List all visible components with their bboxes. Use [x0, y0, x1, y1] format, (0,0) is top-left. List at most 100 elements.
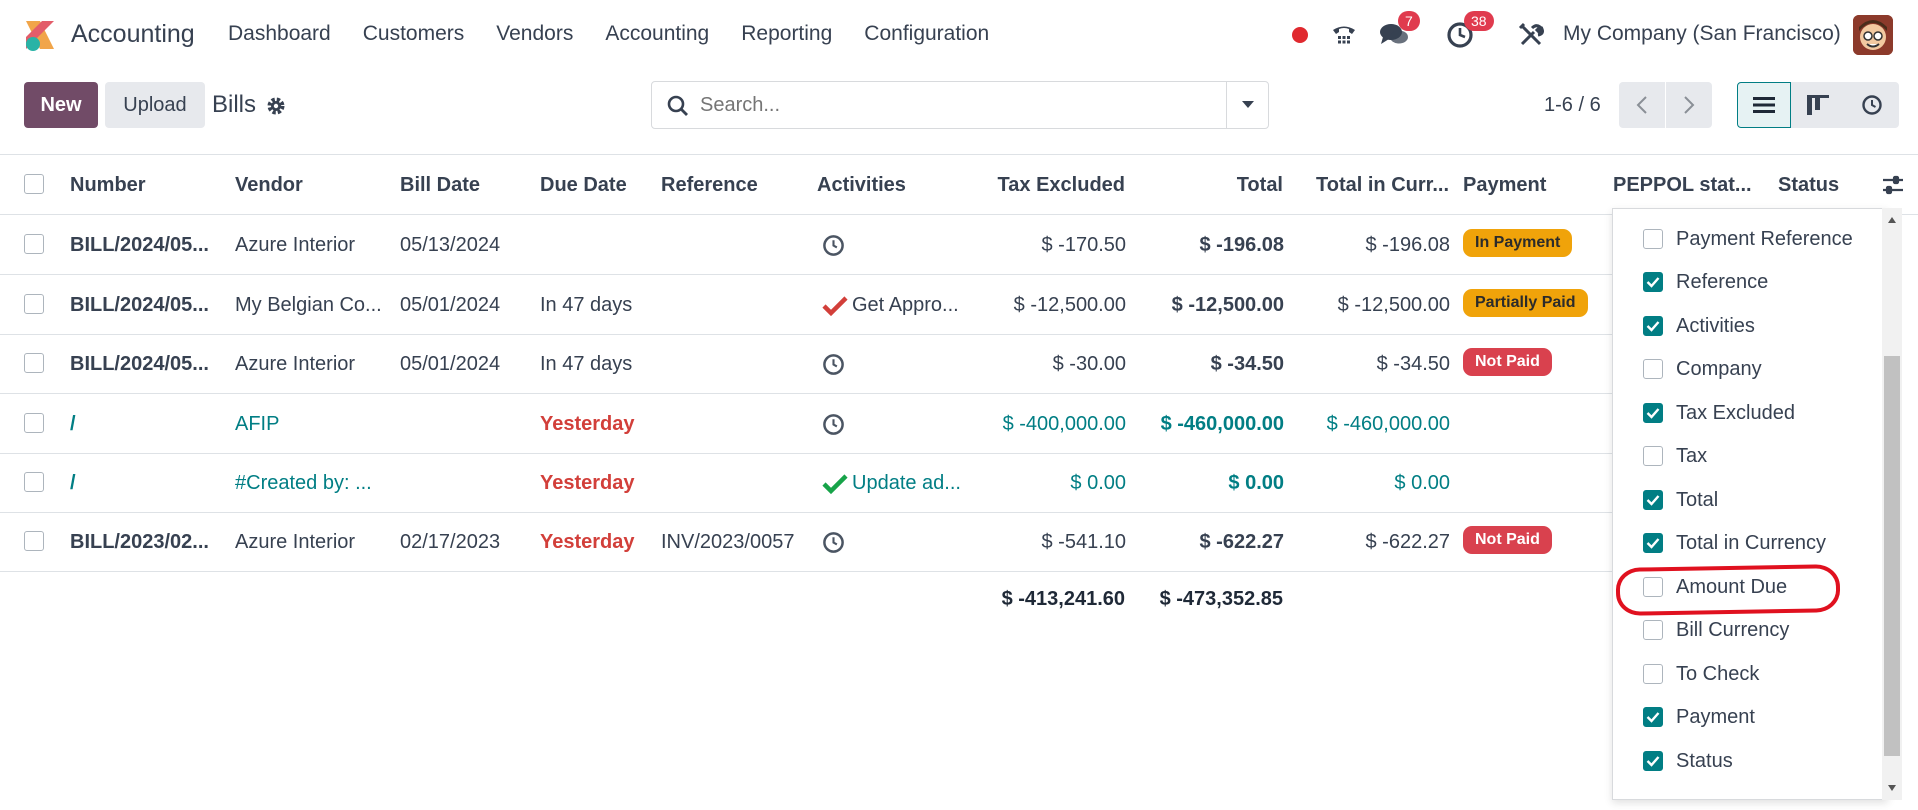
option-label: Status: [1676, 749, 1733, 772]
activity-clock-icon[interactable]: [822, 413, 845, 436]
menu-dashboard[interactable]: Dashboard: [228, 22, 331, 46]
column-activities[interactable]: Activities: [817, 174, 906, 197]
payment-status-badge: Not Paid: [1463, 348, 1552, 376]
optional-column-company[interactable]: Company: [1643, 354, 1762, 384]
checkbox[interactable]: [1643, 359, 1663, 379]
scroll-down-arrow-icon[interactable]: [1887, 784, 1897, 792]
activities-badge: 38: [1464, 11, 1494, 31]
table-row[interactable]: BILL/2023/02... Azure Interior 02/17/202…: [0, 513, 1612, 572]
column-reference[interactable]: Reference: [661, 174, 758, 197]
app-name[interactable]: Accounting: [71, 20, 195, 49]
optional-column-bill-currency[interactable]: Bill Currency: [1643, 615, 1789, 645]
checkbox-checked[interactable]: [1643, 272, 1663, 292]
column-due-date[interactable]: Due Date: [540, 174, 627, 197]
optional-column-to-check[interactable]: To Check: [1643, 659, 1759, 689]
row-vendor: Azure Interior: [235, 531, 356, 553]
option-label: Payment: [1676, 705, 1755, 728]
checkbox-checked[interactable]: [1643, 403, 1663, 423]
option-label: Total: [1676, 488, 1719, 511]
checkbox-checked[interactable]: [1643, 490, 1663, 510]
optional-column-payment-reference[interactable]: Payment Reference: [1643, 224, 1853, 254]
optional-column-activities[interactable]: Activities: [1643, 311, 1755, 341]
activity-view-button[interactable]: [1845, 82, 1899, 128]
search-input[interactable]: [700, 94, 1200, 117]
check-icon: [1646, 321, 1660, 332]
pager-next-button[interactable]: [1666, 82, 1712, 128]
row-checkbox[interactable]: [24, 234, 44, 254]
column-total-in-currency[interactable]: Total in Curr...: [1316, 174, 1449, 197]
kanban-view-button[interactable]: [1791, 82, 1845, 128]
select-all-checkbox[interactable]: [24, 174, 44, 194]
chevron-right-icon: [1684, 96, 1695, 114]
activity-clock-icon[interactable]: [822, 234, 845, 257]
new-button[interactable]: New: [24, 82, 98, 128]
user-avatar[interactable]: [1853, 15, 1893, 55]
row-checkbox[interactable]: [24, 531, 44, 551]
row-due-date: Yesterday: [540, 413, 635, 435]
row-activity-summary[interactable]: Get Appro...: [852, 294, 959, 317]
column-total[interactable]: Total: [1237, 174, 1283, 197]
list-view-button[interactable]: [1737, 82, 1791, 128]
optional-column-total[interactable]: Total: [1643, 485, 1718, 515]
gear-icon[interactable]: [266, 96, 286, 116]
row-number: BILL/2023/02...: [70, 531, 209, 553]
row-checkbox[interactable]: [24, 472, 44, 492]
checkbox[interactable]: [1643, 229, 1663, 249]
upload-button[interactable]: Upload: [105, 82, 205, 128]
optional-columns-toggle-icon[interactable]: [1882, 174, 1904, 196]
column-vendor[interactable]: Vendor: [235, 174, 303, 197]
table-row[interactable]: / #Created by: ... Yesterday Update ad..…: [0, 454, 1612, 513]
dropdown-scrollbar[interactable]: [1882, 208, 1902, 800]
column-bill-date[interactable]: Bill Date: [400, 174, 480, 197]
column-peppol-status[interactable]: PEPPOL stat...: [1613, 174, 1752, 197]
table-row[interactable]: BILL/2024/05... Azure Interior 05/01/202…: [0, 335, 1612, 394]
table-row[interactable]: BILL/2024/05... My Belgian Co... 05/01/2…: [0, 276, 1612, 335]
table-row[interactable]: BILL/2024/05... Azure Interior 05/13/202…: [0, 216, 1612, 275]
menu-customers[interactable]: Customers: [363, 22, 465, 46]
recording-indicator-icon[interactable]: [1288, 14, 1312, 56]
checkbox[interactable]: [1643, 446, 1663, 466]
checkbox-checked[interactable]: [1643, 316, 1663, 336]
column-tax-excluded[interactable]: Tax Excluded: [998, 174, 1125, 197]
column-number[interactable]: Number: [70, 174, 146, 197]
optional-column-status[interactable]: Status: [1643, 746, 1733, 776]
row-checkbox[interactable]: [24, 413, 44, 433]
debug-tools-icon[interactable]: [1516, 14, 1546, 56]
checkbox-checked[interactable]: [1643, 707, 1663, 727]
activities-clock-icon[interactable]: 38: [1444, 11, 1494, 56]
search-options-toggle[interactable]: [1226, 82, 1269, 128]
menu-vendors[interactable]: Vendors: [496, 22, 573, 46]
option-label: Bill Currency: [1676, 618, 1790, 641]
menu-reporting[interactable]: Reporting: [741, 22, 832, 46]
scroll-up-arrow-icon[interactable]: [1887, 216, 1897, 224]
checkbox-checked[interactable]: [1643, 751, 1663, 771]
row-activity-summary[interactable]: Update ad...: [852, 472, 961, 495]
page-title: Bills: [212, 91, 257, 118]
checkbox[interactable]: [1643, 620, 1663, 640]
scrollbar-thumb[interactable]: [1884, 356, 1900, 756]
messages-icon[interactable]: 7: [1378, 11, 1420, 56]
activity-clock-icon[interactable]: [822, 353, 845, 376]
checkbox[interactable]: [1643, 664, 1663, 684]
checkbox-checked[interactable]: [1643, 533, 1663, 553]
optional-column-payment[interactable]: Payment: [1643, 702, 1755, 732]
activity-clock-icon[interactable]: [822, 531, 845, 554]
row-checkbox[interactable]: [24, 353, 44, 373]
pager-value[interactable]: 1-6 / 6: [1544, 94, 1601, 117]
optional-column-tax-excluded[interactable]: Tax Excluded: [1643, 398, 1795, 428]
optional-column-tax[interactable]: Tax: [1643, 441, 1707, 471]
company-switcher[interactable]: My Company (San Francisco): [1563, 22, 1841, 46]
column-payment[interactable]: Payment: [1463, 174, 1546, 197]
column-status[interactable]: Status: [1778, 174, 1839, 197]
pager-previous-button[interactable]: [1619, 82, 1665, 128]
row-checkbox[interactable]: [24, 294, 44, 314]
optional-column-total-in-currency[interactable]: Total in Currency: [1643, 528, 1826, 558]
phone-icon[interactable]: [1328, 14, 1360, 56]
menu-accounting[interactable]: Accounting: [605, 22, 709, 46]
table-row[interactable]: / AFIP Yesterday $ -400,000.00 $ -460,00…: [0, 395, 1612, 454]
optional-column-reference[interactable]: Reference: [1643, 267, 1768, 297]
accounting-logo-icon[interactable]: [22, 17, 58, 53]
update-check-icon[interactable]: [822, 473, 848, 495]
approve-check-icon[interactable]: [822, 295, 848, 317]
menu-configuration[interactable]: Configuration: [864, 22, 989, 46]
